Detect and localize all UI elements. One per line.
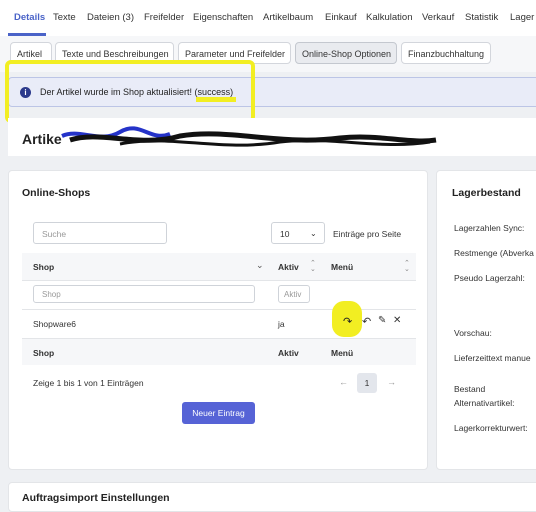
top-tab-bar: Details Texte Dateien (3) Freifelder Eig…: [0, 0, 536, 37]
col-menu[interactable]: Menü: [331, 262, 353, 272]
tab-texte[interactable]: Texte: [53, 12, 76, 23]
highlight-annotation: [5, 60, 255, 123]
new-entry-button[interactable]: Neuer Eintrag: [182, 402, 255, 424]
page-size-select[interactable]: 10 ⌄: [271, 222, 325, 244]
subtab-finanzbuchhaltung[interactable]: Finanzbuchhaltung: [401, 42, 491, 64]
page-size-value: 10: [280, 229, 290, 239]
search-input[interactable]: Suche: [33, 222, 167, 244]
table-info: Zeige 1 bis 1 von 1 Einträgen: [33, 378, 144, 388]
chevron-down-icon: ⌄: [310, 229, 317, 238]
table-footer-header: [22, 339, 416, 365]
col-aktiv[interactable]: Aktiv: [278, 262, 299, 272]
prev-page-button[interactable]: ←: [339, 377, 348, 387]
sort-desc-icon[interactable]: ⌄: [256, 260, 264, 271]
tab-verkauf[interactable]: Verkauf: [422, 12, 454, 23]
redo-icon[interactable]: ↷: [343, 315, 352, 328]
subtab-online-shop-optionen[interactable]: Online-Shop Optionen: [295, 42, 397, 64]
tab-artikelbaum[interactable]: Artikelbaum: [263, 12, 313, 23]
tab-kalkulation[interactable]: Kalkulation: [366, 12, 412, 23]
table-header: [22, 253, 416, 280]
lager-label-pseudo: Pseudo Lagerzahl:: [454, 273, 525, 283]
tab-freifelder[interactable]: Freifelder: [144, 12, 184, 23]
lagerbestand-title: Lagerbestand: [452, 187, 521, 199]
footer-col-aktiv: Aktiv: [278, 348, 299, 358]
article-title: Artike: [22, 131, 62, 147]
tab-lager[interactable]: Lager: [510, 12, 534, 23]
delete-icon[interactable]: ✕: [393, 315, 401, 326]
lager-label-bestand: Bestand: [454, 384, 486, 394]
lager-label-restmenge: Restmenge (Abverka: [454, 248, 534, 258]
tab-einkauf[interactable]: Einkauf: [325, 12, 357, 23]
tab-dateien[interactable]: Dateien (3): [87, 12, 134, 23]
auftragsimport-title: Auftragsimport Einstellungen: [22, 492, 170, 504]
aktiv-cell: ja: [278, 319, 285, 329]
next-page-button[interactable]: →: [387, 377, 396, 387]
footer-col-menu: Menü: [331, 348, 354, 358]
article-title-card: Artike: [8, 118, 536, 156]
lager-label-sync: Lagerzahlen Sync:: [454, 223, 525, 233]
shop-filter-input[interactable]: Shop: [33, 285, 255, 303]
lager-label-lieferzeit: Lieferzeittext manue: [454, 353, 531, 363]
lager-label-alternativ: Alternativartikel:: [454, 398, 515, 408]
sort-icon[interactable]: ⌃ ⌄: [404, 260, 410, 273]
online-shops-title: Online-Shops: [22, 187, 91, 199]
highlight-underline: [196, 97, 236, 102]
aktiv-filter-input[interactable]: Aktiv: [278, 285, 310, 303]
edit-icon[interactable]: ✎: [378, 315, 386, 326]
divider: [22, 280, 416, 281]
col-shop[interactable]: Shop: [33, 262, 54, 272]
lager-label-korrektur: Lagerkorrekturwert:: [454, 423, 528, 433]
tab-statistik[interactable]: Statistik: [465, 12, 498, 23]
per-page-label: Einträge pro Seite: [333, 229, 402, 239]
tab-eigenschaften[interactable]: Eigenschaften: [193, 12, 253, 23]
lager-label-vorschau: Vorschau:: [454, 328, 492, 338]
tab-details[interactable]: Details: [14, 12, 45, 23]
redaction-scribble: [61, 126, 437, 147]
page-1-button[interactable]: 1: [357, 373, 377, 393]
footer-col-shop: Shop: [33, 348, 55, 358]
shop-cell: Shopware6: [33, 319, 77, 329]
undo-icon[interactable]: ↶: [362, 315, 371, 328]
sort-icon[interactable]: ⌃ ⌄: [310, 260, 316, 273]
